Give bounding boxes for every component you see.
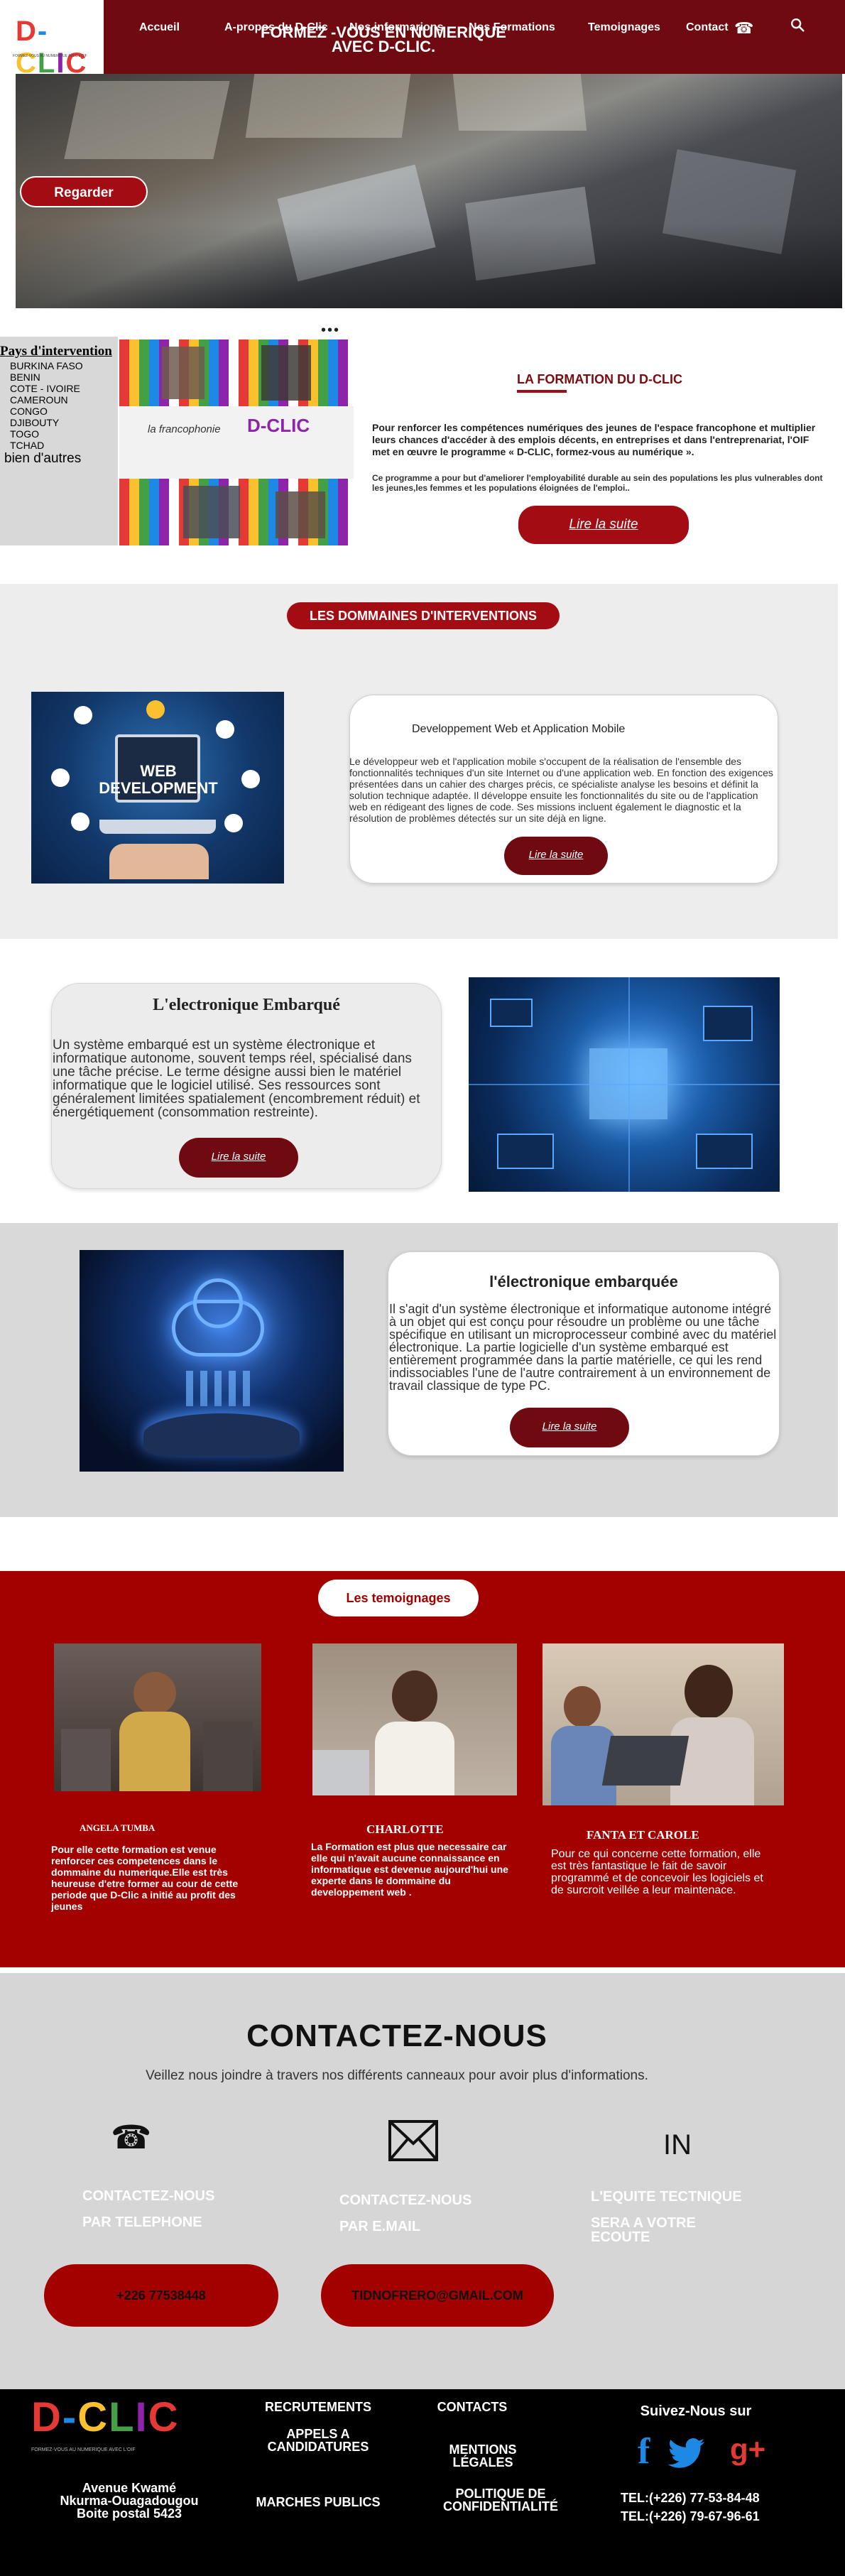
testimonial-name: ANGELA TUMBA <box>80 1822 156 1833</box>
formation-read-more-button[interactable]: Lire la suite <box>518 506 689 544</box>
countries-more: bien d'autres <box>4 451 82 466</box>
web-dev-title: Developpement Web et Application Mobile <box>412 723 626 735</box>
logo-text: D-CLIC <box>16 16 88 79</box>
nav-temoignages[interactable]: Temoignages <box>588 21 660 34</box>
slider-dots[interactable]: ••• <box>321 322 340 339</box>
country-item: TOGO <box>10 428 39 440</box>
web-development-image: WEB DEVELOPMENT <box>31 692 284 884</box>
phone-contact-label: CONTACTEZ-NOUS PAR TELEPHONE <box>82 2188 215 2230</box>
formation-text: Pour renforcer les compétences numérique… <box>372 422 816 457</box>
embedded-title: L'electronique Embarqué <box>153 996 340 1014</box>
footer-address: Avenue Kwamé Nkurma-Ouagadougou Boite po… <box>60 2481 199 2521</box>
follow-us-title: Suivez-Nous sur <box>640 2403 752 2419</box>
testimonial-photo <box>543 1643 784 1805</box>
nav-accueil[interactable]: Accueil <box>139 21 180 34</box>
telephone-icon: ☎ <box>111 2119 152 2156</box>
footer-link-recrutements[interactable]: RECRUTEMENTS <box>254 2401 382 2413</box>
countries-title: Pays d'intervention <box>0 344 112 359</box>
country-item: DJIBOUTY <box>10 417 60 428</box>
title-underline <box>517 390 567 393</box>
testimonial-photo <box>312 1643 517 1795</box>
footer-link-marches[interactable]: MARCHES PUBLICS <box>249 2496 388 2509</box>
twitter-icon[interactable] <box>667 2438 706 2469</box>
country-item: BURKINA FASO <box>10 360 83 371</box>
testimonials-title: Les temoignages <box>318 1580 479 1616</box>
facebook-icon[interactable]: f <box>638 2433 650 2470</box>
testimonial-photo <box>54 1643 261 1791</box>
testimonial-text: La Formation est plus que necessaire car… <box>311 1841 508 1898</box>
testimonial-text: Pour elle cette formation est venue renf… <box>51 1844 239 1912</box>
read-more-label: Lire la suite <box>542 1420 597 1433</box>
phone-number-button[interactable]: +226 77538448 <box>44 2264 278 2327</box>
footer-link-appels[interactable]: APPELS A CANDIDATURES <box>249 2428 388 2453</box>
footer-logo[interactable]: D-CLIC <box>31 2393 180 2441</box>
embedded-title-2: l'électronique embarquée <box>489 1273 678 1290</box>
email-button[interactable]: TIDNOFRERO@GMAIL.COM <box>321 2264 554 2327</box>
read-more-label: Lire la suite <box>528 849 584 861</box>
phone-icon[interactable]: ☎ <box>734 19 753 38</box>
footer-logo-tagline: FORMEZ-VOUS AU NUMERIQUE AVEC L'OIF <box>31 2447 136 2452</box>
footer-phone-2: TEL:(+226) 79-67-96-61 <box>621 2509 760 2523</box>
cloud-hand-image <box>80 1250 344 1472</box>
envelope-icon <box>388 2120 438 2161</box>
read-more-label: Lire la suite <box>211 1151 266 1163</box>
logo-tagline: FORMEZ-VOUS AU NUMERIQUE AVEC L'OIF <box>13 54 87 58</box>
formation-title: LA FORMATION DU D-CLIC <box>517 372 682 386</box>
circuit-board-image <box>469 977 780 1192</box>
web-dev-label: WEB DEVELOPMENT <box>99 762 218 797</box>
hero-title: FORMEZ -VOUS EN NUMERIQUE AVEC D-CLIC. <box>261 23 506 55</box>
mail-contact-label: CONTACTEZ-NOUS PAR E.MAIL <box>339 2192 472 2234</box>
read-more-label: Lire la suite <box>569 517 638 532</box>
country-item: BENIN <box>10 371 40 383</box>
footer-link-politique[interactable]: POLITIQUE DE CONFIDENTIALITÉ <box>419 2487 582 2513</box>
web-dev-text: Le développeur web et l'application mobi… <box>349 756 773 824</box>
francophonie-logo: la francophonie <box>148 423 221 435</box>
dclic-logo-small: D-CLIC <box>247 415 310 436</box>
embedded-text: Un système embarqué est un système élect… <box>53 1038 420 1120</box>
logo[interactable]: D-CLIC FORMEZ-VOUS AU NUMERIQUE AVEC L'O… <box>0 0 104 79</box>
country-item: CAMEROUN <box>10 394 68 406</box>
linkedin-icon[interactable]: IN <box>663 2129 692 2161</box>
testimonial-text: Pour ce qui concerne cette formation, el… <box>551 1848 763 1896</box>
domains-title: LES DOMMAINES D'INTERVENTIONS <box>287 602 560 629</box>
country-item: COTE - IVOIRE <box>10 383 80 394</box>
footer-phone-1: TEL:(+226) 77-53-84-48 <box>621 2491 760 2505</box>
watch-button[interactable]: Regarder <box>20 176 148 207</box>
nav-contact[interactable]: Contact <box>686 21 729 34</box>
country-item: CONGO <box>10 406 48 417</box>
google-plus-icon[interactable]: g+ <box>730 2435 765 2464</box>
footer-link-mentions[interactable]: MENTIONS LÉGALES <box>412 2443 554 2469</box>
francophonie-collage: la francophonie D-CLIC <box>119 339 354 545</box>
formation-subtext: Ce programme a pour but d'ameliorer l'em… <box>372 473 823 493</box>
embedded-text-2: Il s'agit d'un système électronique et i… <box>389 1302 777 1393</box>
testimonial-name: FANTA ET CAROLE <box>587 1828 699 1842</box>
embedded-read-more-button[interactable]: Lire la suite <box>179 1138 298 1178</box>
team-contact-label: L'EQUITE TECTNIQUE SERA A VOTRE ECOUTE <box>591 2189 742 2245</box>
country-item: TCHAD <box>10 440 45 451</box>
embedded-read-more-button-2[interactable]: Lire la suite <box>510 1408 629 1447</box>
testimonial-name: CHARLOTTE <box>366 1822 444 1836</box>
web-dev-read-more-button[interactable]: Lire la suite <box>504 837 608 875</box>
contact-subtitle: Veillez nous joindre à travers nos diffé… <box>146 2068 648 2083</box>
search-icon[interactable] <box>790 17 805 33</box>
contact-title: CONTACTEZ-NOUS <box>246 2018 547 2053</box>
footer-link-contacts[interactable]: CONTACTS <box>419 2401 525 2413</box>
